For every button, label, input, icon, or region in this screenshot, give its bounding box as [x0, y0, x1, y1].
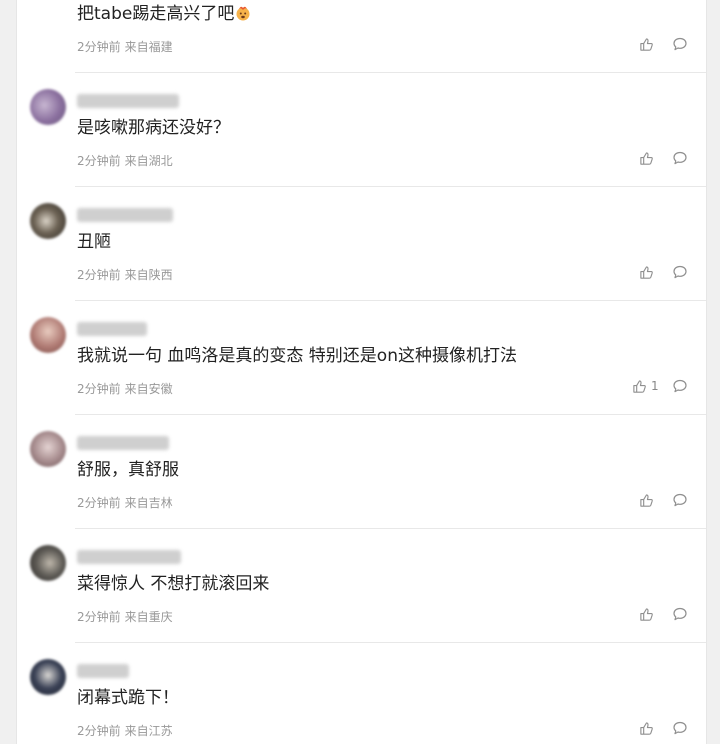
avatar[interactable] [30, 89, 66, 125]
comment-bubble-icon[interactable] [672, 378, 688, 394]
comment-item: 菜得惊人 不想打就滚回来 2分钟前 来自重庆 [17, 529, 706, 643]
comment-time: 2分钟前 [77, 382, 121, 396]
thumbs-up-icon [640, 265, 653, 279]
comment-text: 丑陋 [77, 232, 111, 252]
avatar[interactable] [30, 203, 66, 239]
comment-time: 2分钟前 [77, 154, 121, 168]
username[interactable] [77, 436, 169, 450]
comment-meta: 2分钟前 来自湖北 [77, 152, 173, 169]
comment-bubble-icon[interactable] [672, 606, 688, 622]
like-count: 1 [651, 379, 659, 393]
username[interactable] [77, 322, 147, 336]
comment-time: 2分钟前 [77, 268, 121, 282]
comment-time: 2分钟前 [77, 40, 121, 54]
comment-time: 2分钟前 [77, 724, 121, 738]
comment-location: 来自陕西 [124, 268, 173, 282]
like-button[interactable] [639, 36, 654, 52]
comment-text: 是咳嗽那病还没好？ [77, 118, 230, 138]
thumbs-up-icon [640, 721, 653, 735]
comment-meta: 2分钟前 来自吉林 [77, 494, 173, 511]
comment-meta: 2分钟前 来自重庆 [77, 608, 173, 625]
comment-item: 舒服，真舒服 2分钟前 来自吉林 [17, 415, 706, 529]
comment-item: 丑陋 2分钟前 来自陕西 [17, 187, 706, 301]
comment-bubble-icon[interactable] [672, 150, 688, 166]
avatar[interactable] [30, 659, 66, 695]
like-button[interactable]: 1 [632, 378, 659, 394]
comment-meta: 2分钟前 来自安徽 [77, 380, 173, 397]
comment-text: 菜得惊人 不想打就滚回来 [77, 574, 270, 594]
comment-bubble-icon[interactable] [672, 492, 688, 508]
thumbs-up-icon [633, 379, 646, 393]
comment-bubble-icon[interactable] [672, 720, 688, 736]
comment-item: 是咳嗽那病还没好？ 2分钟前 来自湖北 [17, 73, 706, 187]
comment-text: 舒服，真舒服 [77, 460, 179, 480]
comment-time: 2分钟前 [77, 610, 121, 624]
comment-location: 来自吉林 [124, 496, 173, 510]
comment-item: 我就说一句 血鸣洛是真的变态 特别还是on这种摄像机打法 2分钟前 来自安徽 1 [17, 301, 706, 415]
comment-meta: 2分钟前 来自陕西 [77, 266, 173, 283]
like-button[interactable] [639, 492, 654, 508]
comment-list: 把tabe踢走高兴了吧 2分钟前 来自福建 是咳嗽那病还没好？ 2分钟前 来自湖北 … [16, 0, 707, 744]
thumbs-up-icon [640, 37, 653, 51]
comment-location: 来自湖北 [124, 154, 173, 168]
comment-location: 来自江苏 [124, 724, 173, 738]
comment-location: 来自安徽 [124, 382, 173, 396]
comment-text: 闭幕式跪下！ [77, 688, 179, 708]
username[interactable] [77, 94, 179, 108]
like-button[interactable] [639, 264, 654, 280]
comment-item: 把tabe踢走高兴了吧 2分钟前 来自福建 [17, 0, 706, 73]
comment-text: 我就说一句 血鸣洛是真的变态 特别还是on这种摄像机打法 [77, 346, 517, 366]
like-button[interactable] [639, 606, 654, 622]
comment-item: 闭幕式跪下！ 2分钟前 来自江苏 [17, 643, 706, 744]
comment-text: 把tabe踢走高兴了吧 [77, 3, 251, 25]
hot-face-emoji [236, 6, 250, 21]
username[interactable] [77, 208, 173, 222]
username[interactable] [77, 550, 181, 564]
comment-meta: 2分钟前 来自福建 [77, 38, 173, 55]
like-button[interactable] [639, 150, 654, 166]
avatar[interactable] [30, 431, 66, 467]
comment-bubble-icon[interactable] [672, 36, 688, 52]
comment-time: 2分钟前 [77, 496, 121, 510]
comment-location: 来自重庆 [124, 610, 173, 624]
avatar[interactable] [30, 545, 66, 581]
username[interactable] [77, 664, 129, 678]
comment-bubble-icon[interactable] [672, 264, 688, 280]
thumbs-up-icon [640, 607, 653, 621]
like-button[interactable] [639, 720, 654, 736]
comment-location: 来自福建 [124, 40, 173, 54]
thumbs-up-icon [640, 151, 653, 165]
avatar[interactable] [30, 317, 66, 353]
comment-meta: 2分钟前 来自江苏 [77, 722, 173, 739]
thumbs-up-icon [640, 493, 653, 507]
